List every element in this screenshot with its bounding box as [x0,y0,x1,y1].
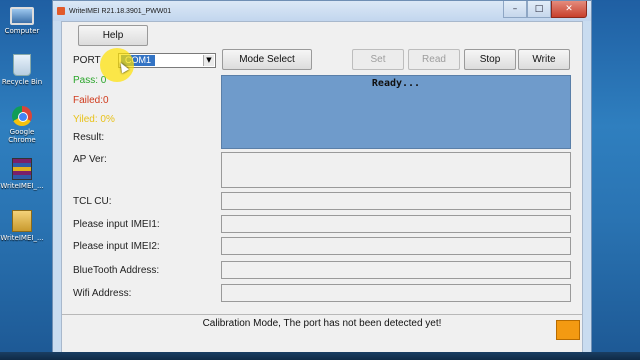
desktop-icon-writeimei-folder[interactable]: WriteIMEI_... [0,210,44,242]
desktop-icon-label: Recycle Bin [1,78,43,86]
desktop-icon-label: Computer [4,27,40,35]
result-label: Result: [73,132,105,143]
bluetooth-label: BlueTooth Address: [73,265,160,276]
desktop-icon-chrome[interactable]: Google Chrome [0,106,44,144]
help-button[interactable]: Help [78,25,148,46]
folder-icon [12,210,32,232]
chevron-down-icon[interactable]: ▼ [203,55,214,66]
write-button[interactable]: Write [518,49,570,70]
footer-divider [62,314,582,315]
mode-select-button[interactable]: Mode Select [222,49,312,70]
window-controls: – □ ✕ [503,1,587,18]
desktop-icon-recycle-bin[interactable]: Recycle Bin [0,54,44,86]
set-button[interactable]: Set [352,49,404,70]
desktop-icon-label: WriteIMEI_... [0,234,44,242]
chrome-icon [12,106,32,126]
stop-button[interactable]: Stop [464,49,516,70]
app-icon [57,7,65,15]
wifi-label: Wifi Address: [73,288,132,299]
maximize-button[interactable]: □ [527,1,551,18]
title-bar[interactable]: WriteIMEI R21.18.3901_PWW01 – □ ✕ [53,1,591,21]
tcl-cu-field[interactable] [221,192,571,210]
app-window: WriteIMEI R21.18.3901_PWW01 – □ ✕ Help P… [52,0,592,360]
desktop-icon-label: WriteIMEI_... [0,182,44,190]
imei2-label: Please input IMEI2: [73,241,160,252]
imei2-input[interactable] [221,237,571,255]
minimize-button[interactable]: – [503,1,527,18]
tcl-cu-label: TCL CU: [73,196,112,207]
window-title: WriteIMEI R21.18.3901_PWW01 [69,7,172,15]
yield-percent: Yiled: 0% [73,114,115,125]
recycle-bin-icon [13,54,31,76]
desktop-icon-label: Google Chrome [8,128,36,144]
pass-count: Pass: 0 [73,75,107,86]
wifi-address-input[interactable] [221,284,571,302]
ap-ver-field [221,152,571,188]
status-indicator [556,320,580,340]
port-label: PORT [73,55,101,66]
failed-count: Failed:0 [73,95,109,106]
status-text: Ready... [371,78,421,89]
imei1-label: Please input IMEI1: [73,219,160,230]
desktop-icon-computer[interactable]: Computer [0,4,44,35]
winrar-archive-icon [12,158,32,180]
ap-ver-label: AP Ver: [73,154,107,165]
computer-icon [10,7,34,25]
desktop-icon-writeimei-archive[interactable]: WriteIMEI_... [0,158,44,190]
imei1-input[interactable] [221,215,571,233]
close-button[interactable]: ✕ [551,1,587,18]
read-button[interactable]: Read [408,49,460,70]
taskbar [0,352,640,360]
footer-status-message: Calibration Mode, The port has not been … [202,318,442,329]
client-area: Help PORT COM1 ▼ Mode Select Set Read St… [61,21,583,355]
bluetooth-address-input[interactable] [221,261,571,279]
status-panel: Ready... [221,75,571,149]
